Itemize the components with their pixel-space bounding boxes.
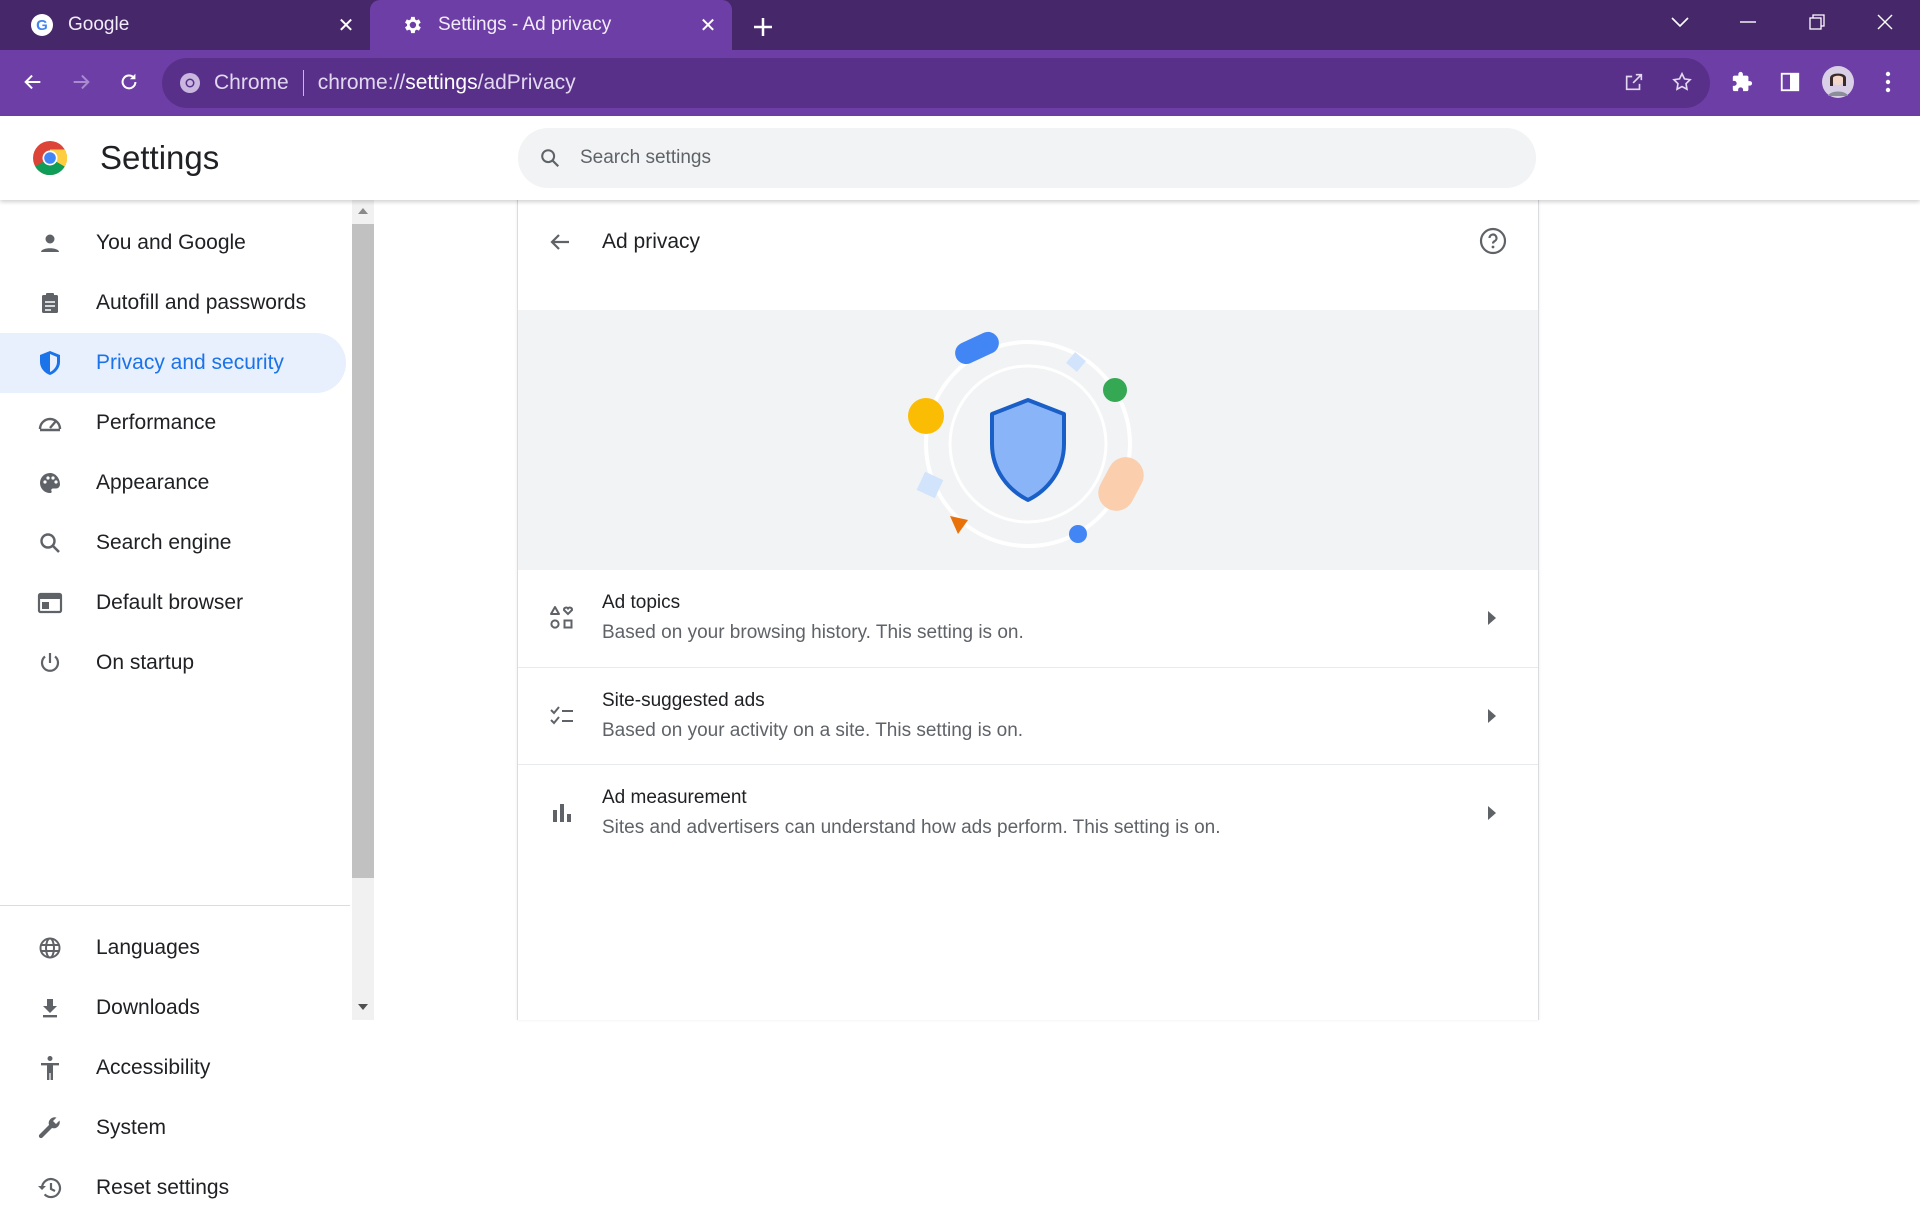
sidebar: You and Google Autofill and passwords Pr…: [0, 200, 350, 1199]
tab-search-button[interactable]: [1645, 0, 1715, 44]
shield-icon: [36, 349, 64, 377]
bar-chart-icon: [548, 799, 576, 827]
history-icon: [36, 1174, 64, 1202]
bookmark-star-icon[interactable]: [1664, 64, 1700, 100]
arrow-right-icon: [1484, 706, 1500, 726]
sidebar-divider: [0, 905, 350, 906]
page-title: Settings: [100, 139, 220, 176]
ad-measurement-row[interactable]: Ad measurement Sites and advertisers can…: [518, 764, 1538, 861]
row-subtitle: Based on your browsing history. This set…: [602, 622, 1024, 643]
minimize-button[interactable]: [1713, 0, 1783, 44]
omnibox-divider: [302, 70, 304, 96]
sidebar-item-default-browser[interactable]: Default browser: [0, 573, 346, 633]
sidebar-item-search-engine[interactable]: Search engine: [0, 513, 346, 573]
chrome-logo-icon: [32, 140, 68, 176]
sidebar-item-label: Appearance: [96, 471, 210, 494]
sidebar-item-label: Reset settings: [96, 1176, 230, 1199]
sidebar-item-label: Downloads: [96, 996, 200, 1019]
back-button[interactable]: [15, 64, 51, 100]
globe-icon: [36, 934, 64, 962]
back-arrow-icon[interactable]: [546, 228, 574, 256]
accessibility-icon: [36, 1054, 64, 1082]
download-icon: [36, 994, 64, 1022]
sidebar-item-label: Default browser: [96, 591, 244, 614]
ad-privacy-card: Ad privacy Ad topics Based on your brows…: [517, 200, 1539, 1020]
browser-icon: [36, 589, 64, 617]
tab-title: Google: [68, 14, 130, 35]
sidebar-item-label: Autofill and passwords: [96, 291, 307, 314]
svg-text:G: G: [36, 17, 48, 34]
help-icon[interactable]: [1478, 226, 1508, 256]
scrollbar-thumb[interactable]: [352, 224, 374, 878]
site-label: Chrome: [214, 71, 289, 94]
tab-google[interactable]: G Google ✕: [0, 0, 370, 50]
arrow-right-icon: [1484, 803, 1500, 823]
sidebar-item-label: Languages: [96, 936, 200, 959]
sidebar-item-appearance[interactable]: Appearance: [0, 453, 346, 513]
google-icon: G: [30, 13, 54, 37]
reload-button[interactable]: [111, 64, 147, 100]
sidebar-item-privacy[interactable]: Privacy and security: [0, 333, 346, 393]
close-window-button[interactable]: [1850, 0, 1920, 44]
topics-icon: [548, 604, 576, 632]
sidebar-item-autofill[interactable]: Autofill and passwords: [0, 273, 346, 333]
menu-icon[interactable]: [1870, 64, 1906, 100]
row-subtitle: Sites and advertisers can understand how…: [602, 817, 1221, 838]
settings-header: Settings Search settings: [0, 116, 1920, 200]
chrome-icon: [178, 71, 202, 95]
scroll-down-icon[interactable]: [358, 1004, 368, 1010]
sidebar-item-downloads[interactable]: Downloads: [0, 978, 346, 1038]
url-text: chrome://settings/adPrivacy: [317, 71, 576, 94]
gear-icon: [400, 13, 424, 37]
row-title: Ad topics: [602, 592, 681, 613]
sidebar-item-you-and-google[interactable]: You and Google: [0, 213, 346, 273]
shield-illustration-icon: [908, 331, 1144, 548]
search-icon: [36, 529, 64, 557]
sidebar-item-reset[interactable]: Reset settings: [0, 1158, 346, 1218]
extensions-icon[interactable]: [1724, 64, 1760, 100]
power-icon: [36, 649, 64, 677]
sidebar-item-label: System: [96, 1116, 167, 1139]
sidebar-item-label: Search engine: [96, 531, 232, 554]
sidebar-item-label: You and Google: [96, 231, 246, 254]
palette-icon: [36, 469, 64, 497]
row-subtitle: Based on your activity on a site. This s…: [602, 720, 1024, 741]
sidebar-item-performance[interactable]: Performance: [0, 393, 346, 453]
sidebar-item-label: Performance: [96, 411, 217, 434]
avatar[interactable]: [1820, 64, 1856, 100]
tab-title: Settings - Ad privacy: [438, 14, 612, 35]
sidebar-item-system[interactable]: System: [0, 1098, 346, 1158]
person-icon: [36, 229, 64, 257]
sidebar-item-label: Privacy and security: [96, 351, 284, 374]
row-title: Ad measurement: [602, 787, 747, 808]
restore-button[interactable]: [1782, 0, 1852, 44]
side-panel-icon[interactable]: [1772, 64, 1808, 100]
search-placeholder: Search settings: [580, 147, 711, 168]
row-title: Site-suggested ads: [602, 690, 765, 711]
close-tab-icon[interactable]: ✕: [696, 13, 720, 37]
speedometer-icon: [36, 409, 64, 437]
ad-privacy-illustration: [518, 310, 1538, 570]
search-input[interactable]: Search settings: [518, 128, 1536, 188]
close-tab-icon[interactable]: ✕: [334, 13, 358, 37]
checklist-icon: [548, 702, 576, 730]
arrow-right-icon: [1484, 608, 1500, 628]
new-tab-button[interactable]: [748, 12, 778, 42]
wrench-icon: [36, 1114, 64, 1142]
clipboard-icon: [36, 289, 64, 317]
sidebar-item-label: On startup: [96, 651, 195, 674]
tab-settings[interactable]: Settings - Ad privacy ✕: [370, 0, 732, 50]
share-icon[interactable]: [1616, 64, 1652, 100]
address-bar[interactable]: Chrome chrome://settings/adPrivacy: [162, 58, 1710, 108]
ad-topics-row[interactable]: Ad topics Based on your browsing history…: [518, 570, 1538, 666]
site-suggested-ads-row[interactable]: Site-suggested ads Based on your activit…: [518, 667, 1538, 764]
sidebar-item-label: Accessibility: [96, 1056, 211, 1079]
search-icon: [538, 146, 562, 170]
subpage-title: Ad privacy: [602, 230, 701, 253]
forward-button[interactable]: [63, 64, 99, 100]
sidebar-item-on-startup[interactable]: On startup: [0, 633, 346, 693]
sidebar-item-languages[interactable]: Languages: [0, 918, 346, 978]
scroll-up-icon[interactable]: [358, 208, 368, 214]
sidebar-item-accessibility[interactable]: Accessibility: [0, 1038, 346, 1098]
